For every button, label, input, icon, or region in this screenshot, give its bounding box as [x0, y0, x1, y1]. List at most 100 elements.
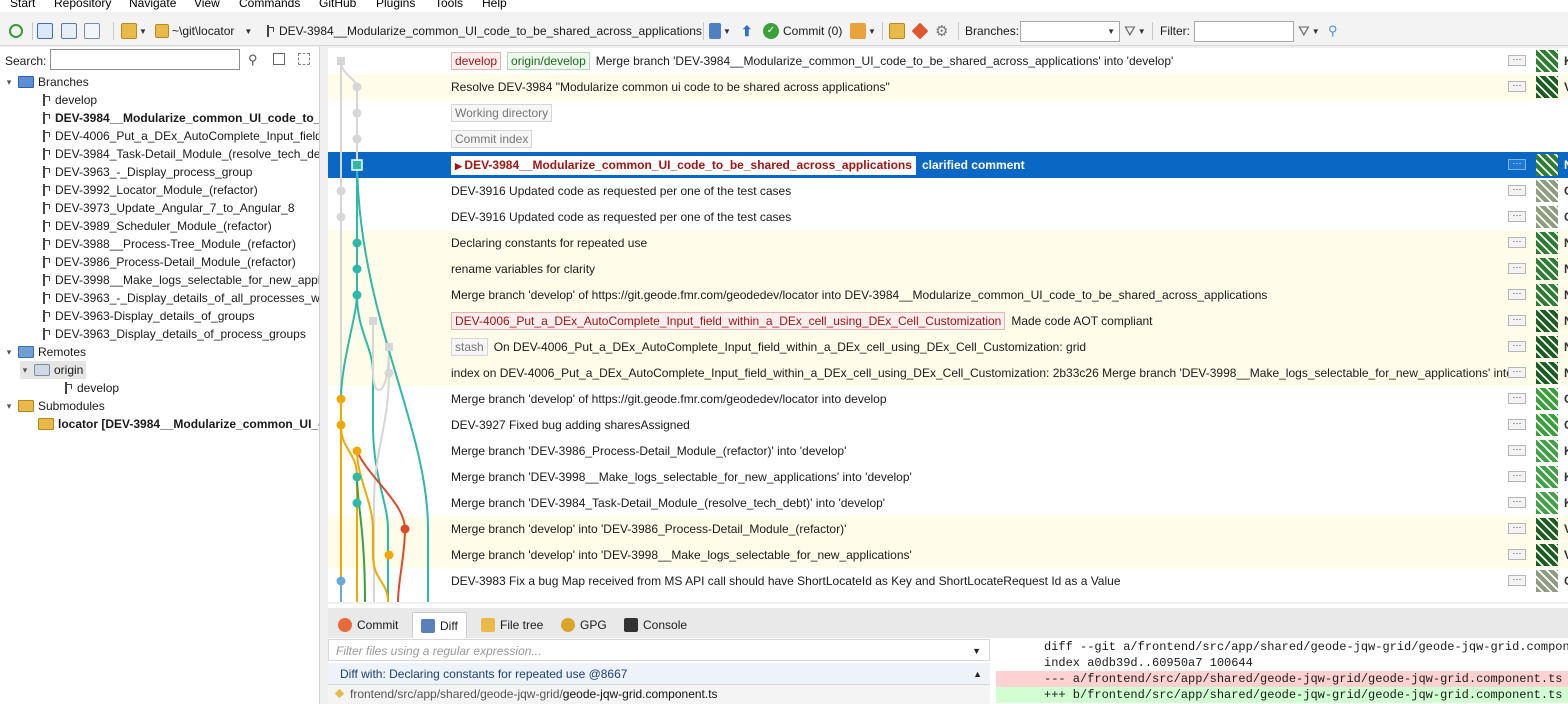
- commit-details-button[interactable]: ···: [1508, 55, 1526, 66]
- tree-branch-item[interactable]: DEV-3984__Modularize_common_UI_code_to_b…: [42, 109, 319, 127]
- commit-node[interactable]: [384, 550, 394, 560]
- commit-details-button[interactable]: ···: [1508, 237, 1526, 248]
- merge-commit-node[interactable]: [337, 57, 345, 65]
- open-repo-button[interactable]: ▼: [121, 21, 147, 41]
- commit-node[interactable]: [352, 264, 362, 274]
- commit-details-button[interactable]: ···: [1508, 81, 1526, 92]
- tab-commit[interactable]: Commit: [330, 612, 406, 638]
- commit-details-button[interactable]: ···: [1508, 185, 1526, 196]
- virtual-ref-label[interactable]: stash: [451, 338, 488, 356]
- merge-commit-node[interactable]: [385, 343, 393, 351]
- branch-filter-button[interactable]: ⛛ ▼: [1124, 21, 1146, 41]
- commit-row[interactable]: Merge branch 'develop' of https://git.ge…: [328, 386, 1568, 412]
- commit-details-button[interactable]: ···: [1508, 523, 1526, 534]
- tab-console[interactable]: Console: [616, 612, 695, 638]
- branch-tag[interactable]: ▶ DEV-3984__Modularize_common_UI_code_to…: [451, 155, 916, 175]
- show-current-icon[interactable]: [298, 53, 310, 65]
- commit-row[interactable]: Declaring constants for repeated use ··· N: [328, 230, 1568, 256]
- tree-branch-item[interactable]: DEV-4006_Put_a_DEx_AutoComplete_Input_fi…: [42, 127, 319, 145]
- tree-remote-origin[interactable]: ▾ origin: [20, 361, 87, 379]
- push-button[interactable]: ⬆: [741, 21, 753, 41]
- tree-branch-item[interactable]: DEV-3998__Make_logs_selectable_for_new_a…: [42, 271, 319, 289]
- commit-node[interactable]: [384, 368, 394, 378]
- repo-path-dropdown[interactable]: ~\git\locator ▼: [155, 21, 252, 41]
- menu-start[interactable]: Start: [10, 0, 35, 10]
- commit-node[interactable]: [336, 394, 346, 404]
- menu-commands[interactable]: Commands: [239, 0, 300, 10]
- virtual-ref-label[interactable]: Working directory: [451, 104, 553, 122]
- graph-options-button[interactable]: ⚲: [1328, 21, 1338, 41]
- layout-toggle-3[interactable]: [84, 21, 100, 41]
- branch-tag[interactable]: DEV-4006_Put_a_DEx_AutoComplete_Input_fi…: [451, 312, 1006, 330]
- commit-details-button[interactable]: ···: [1508, 367, 1526, 378]
- tree-submodules-header[interactable]: ▾ Submodules: [4, 397, 105, 415]
- collapse-all-icon[interactable]: [273, 53, 285, 65]
- refresh-button[interactable]: [9, 21, 23, 41]
- menu-navigate[interactable]: Navigate: [129, 0, 176, 10]
- menu-help[interactable]: Help: [482, 0, 507, 10]
- commit-row[interactable]: DEV-3983 Fix a bug Map received from MS …: [328, 568, 1568, 594]
- revision-filter-button[interactable]: ⛛ ▼: [1298, 21, 1320, 41]
- branch-tag[interactable]: develop: [451, 52, 502, 70]
- filter-input[interactable]: [1194, 21, 1294, 42]
- commit-details-button[interactable]: ···: [1508, 419, 1526, 430]
- branch-dropdown[interactable]: DEV-3984__Modularize_common_UI_code_to_b…: [266, 21, 718, 41]
- tab-file-tree[interactable]: File tree: [473, 612, 551, 638]
- commit-row[interactable]: ▶ DEV-3984__Modularize_common_UI_code_to…: [328, 152, 1568, 178]
- tree-branch-item[interactable]: DEV-3986_Process-Detail_Module_(refactor…: [42, 253, 296, 271]
- commit-node[interactable]: [352, 290, 362, 300]
- commit-row[interactable]: Merge branch 'develop' into 'DEV-3998__M…: [328, 542, 1568, 568]
- settings-button[interactable]: ⚙: [935, 21, 948, 41]
- commit-node[interactable]: [336, 186, 346, 196]
- stash-button[interactable]: ▼: [850, 21, 876, 41]
- search-icon[interactable]: ⚲: [248, 52, 258, 68]
- tree-branch-item[interactable]: DEV-3963-Display_details_of_groups: [42, 307, 254, 325]
- pull-button[interactable]: ▼: [709, 21, 731, 41]
- menu-view[interactable]: View: [194, 0, 220, 10]
- commit-node[interactable]: [400, 524, 410, 534]
- diff-viewer[interactable]: diff --git a/frontend/src/app/shared/geo…: [996, 639, 1568, 704]
- tree-branch-item[interactable]: DEV-3989_Scheduler_Module_(refactor): [42, 217, 272, 235]
- commit-details-button[interactable]: ···: [1508, 315, 1526, 326]
- commit-row[interactable]: Merge branch 'develop' of https://git.ge…: [328, 282, 1568, 308]
- tree-branch-item[interactable]: DEV-3963_-_Display_process_group: [42, 163, 252, 181]
- chevron-down-icon[interactable]: ▾: [4, 401, 14, 412]
- tree-branch-item[interactable]: DEV-3963_-_Display_details_of_all_proces…: [42, 289, 319, 307]
- tree-submodule-locator[interactable]: locator [DEV-3984__Modularize_common_UI_…: [38, 415, 319, 433]
- commit-row[interactable]: Working directory: [328, 100, 1568, 126]
- commit-details-button[interactable]: ···: [1508, 263, 1526, 274]
- commit-row[interactable]: Resolve DEV-3984 "Modularize common ui c…: [328, 74, 1568, 100]
- revision-graph[interactable]: develop origin/develop Merge branch 'DEV-3…: [328, 48, 1568, 602]
- tree-remotes-header[interactable]: ▾ Remotes: [4, 343, 86, 361]
- commit-button[interactable]: ✓ Commit (0): [763, 21, 842, 41]
- merge-commit-node[interactable]: [369, 317, 377, 325]
- menu-repository[interactable]: Repository: [54, 0, 111, 10]
- tab-diff[interactable]: Diff: [412, 612, 467, 638]
- commit-details-button[interactable]: ···: [1508, 575, 1526, 586]
- commit-row[interactable]: stash On DEV-4006_Put_a_DEx_AutoComplete_…: [328, 334, 1568, 360]
- commit-node[interactable]: [336, 212, 346, 222]
- file-filter-input[interactable]: Filter files using a regular expression.…: [328, 639, 990, 661]
- commit-node[interactable]: [336, 420, 346, 430]
- commit-node[interactable]: [352, 472, 362, 482]
- layout-toggle-1[interactable]: [37, 21, 53, 41]
- commit-node[interactable]: [352, 238, 362, 248]
- menu-plugins[interactable]: Plugins: [376, 0, 415, 10]
- tree-branch-item[interactable]: DEV-3988__Process-Tree_Module_(refactor): [42, 235, 296, 253]
- explorer-button[interactable]: [889, 21, 905, 41]
- selected-commit-node[interactable]: [351, 159, 363, 171]
- commit-row[interactable]: DEV-3916 Updated code as requested per o…: [328, 204, 1568, 230]
- commit-row[interactable]: develop origin/develop Merge branch 'DEV-3…: [328, 48, 1568, 74]
- chevron-down-icon[interactable]: ▼: [972, 646, 981, 656]
- tree-branch-item[interactable]: DEV-3984_Task-Detail_Module_(resolve_tec…: [42, 145, 319, 163]
- tree-remote-branch-develop[interactable]: develop: [64, 379, 119, 397]
- chevron-up-icon[interactable]: ▲: [973, 669, 982, 679]
- commit-details-button[interactable]: ···: [1508, 445, 1526, 456]
- commit-node[interactable]: [352, 446, 362, 456]
- changed-file-item[interactable]: frontend/src/app/shared/geode-jqw-grid/g…: [328, 685, 990, 704]
- commit-details-button[interactable]: ···: [1508, 211, 1526, 222]
- commit-node[interactable]: [352, 108, 362, 118]
- branches-filter-select[interactable]: ▼: [1020, 21, 1120, 42]
- commit-row[interactable]: DEV-3927 Fixed bug adding sharesAssigned…: [328, 412, 1568, 438]
- commit-row[interactable]: index on DEV-4006_Put_a_DEx_AutoComplete…: [328, 360, 1568, 386]
